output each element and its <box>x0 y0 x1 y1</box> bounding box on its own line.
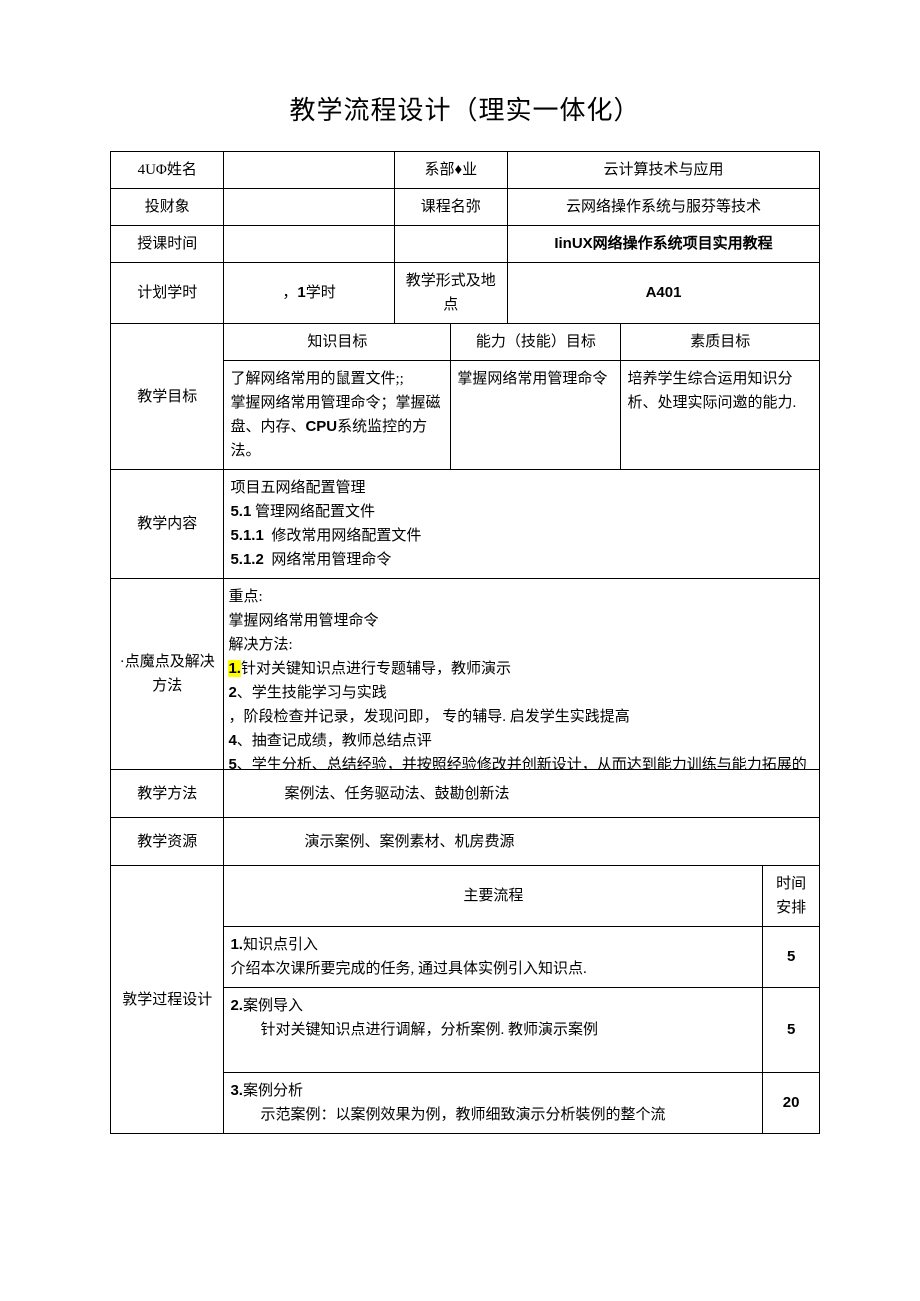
main-table: 4UΦ姓名 系部♦业 云计算技术与应用 投财象 课程名弥 云网络操作系统与服芬等… <box>110 151 820 1134</box>
keypoints-body: 重点: 掌握网络常用管埋命令 解决方法: 1.针对关键知识点进行专题辅导，教师演… <box>224 579 820 770</box>
step2-time: 5 <box>763 988 820 1073</box>
row-goals-header: 教学目标 知识目标 能力（技能）目标 素质目标 <box>111 324 820 361</box>
label-resource: 教学资源 <box>111 818 224 866</box>
label-time: 授课时间 <box>111 226 224 263</box>
row-resource: 教学资源 演示案例、案例素材、机房费源 <box>111 818 820 866</box>
process-main-header: 主要流程 <box>224 866 763 927</box>
row-time: 授课时间 IinUX网络操作系统项目实用教程 <box>111 226 820 263</box>
label-process: 敦学过程设计 <box>111 866 224 1134</box>
step3-time: 20 <box>763 1073 820 1134</box>
row-object: 投财象 课程名弥 云网络操作系统与服芬等技术 <box>111 189 820 226</box>
label-name: 4UΦ姓名 <box>111 152 224 189</box>
goals-c3: 培养学生综合运用知识分析、处理实际问邀的能力. <box>621 361 820 470</box>
label-content: 教学内容 <box>111 470 224 579</box>
goals-c1: 了解网络常用的鼠置文件;; 掌握网络常用管理命令；掌握磁盘、内存、CPU系统监控… <box>224 361 451 470</box>
row-hours: 计划学时 ，1学时 教学形式及地点 A401 <box>111 263 820 324</box>
goals-h3: 素质目标 <box>621 324 820 361</box>
step1-body: 1.知识点引入 介绍本次课所要完成的任务, 通过具体实例引入知识点. <box>224 927 763 988</box>
label-goals: 教学目标 <box>111 324 224 470</box>
value-course: 云网络操作系统与服芬等技术 <box>508 189 820 226</box>
goals-h1: 知识目标 <box>224 324 451 361</box>
label-form: 教学形式及地点 <box>394 263 507 324</box>
value-name <box>224 152 394 189</box>
process-time-header: 时间安排 <box>763 866 820 927</box>
row-method: 教学方法 案例法、任务驱动法、鼓勘创新法 <box>111 770 820 818</box>
label-method: 教学方法 <box>111 770 224 818</box>
label-object: 投财象 <box>111 189 224 226</box>
value-textbook: IinUX网络操作系统项目实用教程 <box>508 226 820 263</box>
content-body: 项目五网络配置管理 5.1 管理网络配置文件 5.1.1 修改常用网络配置文件 … <box>224 470 820 579</box>
value-method: 案例法、任务驱动法、鼓勘创新法 <box>224 770 820 818</box>
value-hours: ，1学时 <box>224 263 394 324</box>
goals-c2: 掌握网络常用管理命令 <box>451 361 621 470</box>
value-resource: 演示案例、案例素材、机房费源 <box>224 818 820 866</box>
label-dept: 系部♦业 <box>394 152 507 189</box>
step2-body: 2.案例导入 针对关键知识点进行调解，分析案例. 教师演示案例 <box>224 988 763 1073</box>
value-room: A401 <box>508 263 820 324</box>
label-course: 课程名弥 <box>394 189 507 226</box>
highlight-marker: 1. <box>228 660 241 677</box>
document-page: 教学流程设计（理实一体化） 4UΦ姓名 系部♦业 云计算技术与应用 投财象 课程… <box>0 0 920 1184</box>
label-hours: 计划学时 <box>111 263 224 324</box>
value-time <box>224 226 394 263</box>
row-keypoints: ·点魔点及解决方法 重点: 掌握网络常用管埋命令 解决方法: 1.针对关键知识点… <box>111 579 820 770</box>
goals-h2: 能力（技能）目标 <box>451 324 621 361</box>
label-blank <box>394 226 507 263</box>
step1-time: 5 <box>763 927 820 988</box>
value-object <box>224 189 394 226</box>
doc-title: 教学流程设计（理实一体化） <box>110 90 820 127</box>
label-keypoints: ·点魔点及解决方法 <box>111 579 224 770</box>
row-process-header: 敦学过程设计 主要流程 时间安排 <box>111 866 820 927</box>
step3-body: 3.案例分析 示范案例：以案例效果为例，教师细致演示分析裝例的整个流 <box>224 1073 763 1134</box>
value-dept: 云计算技术与应用 <box>508 152 820 189</box>
row-name: 4UΦ姓名 系部♦业 云计算技术与应用 <box>111 152 820 189</box>
row-content: 教学内容 项目五网络配置管理 5.1 管理网络配置文件 5.1.1 修改常用网络… <box>111 470 820 579</box>
